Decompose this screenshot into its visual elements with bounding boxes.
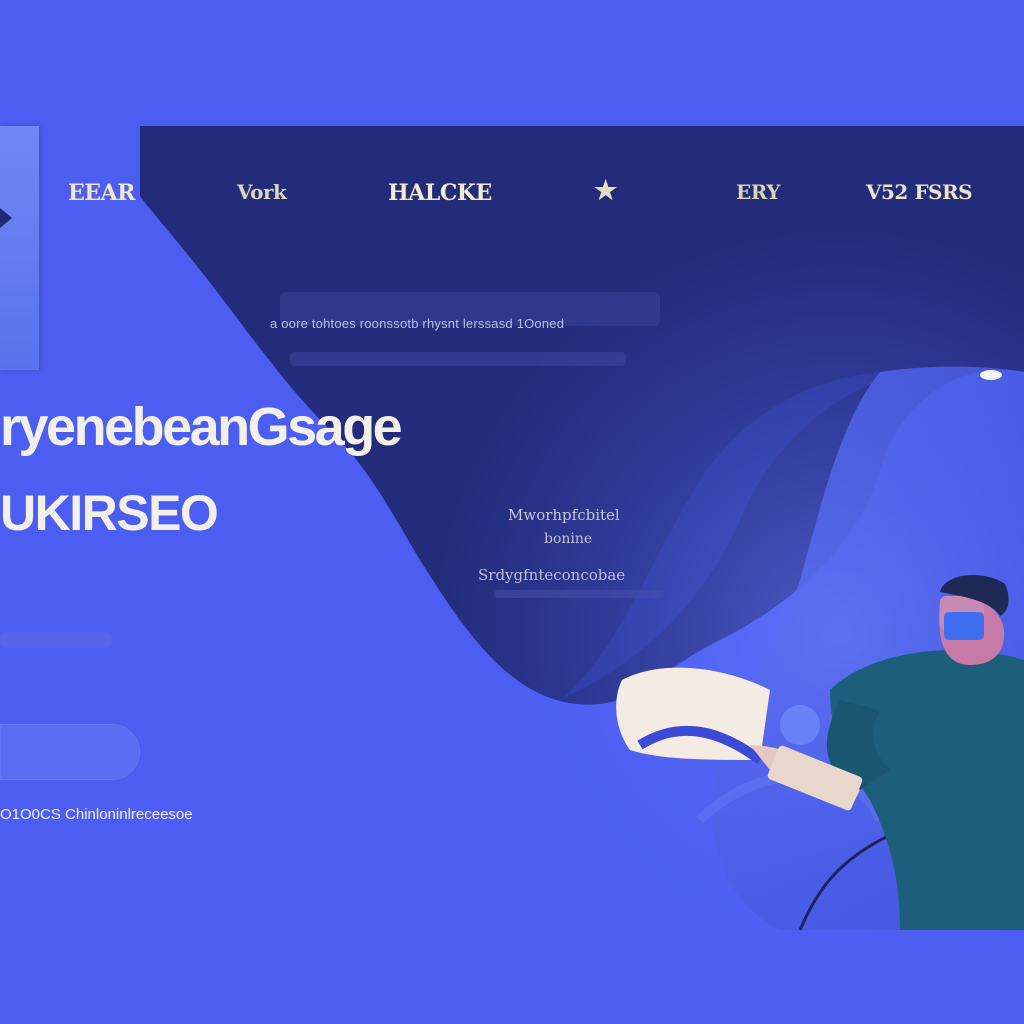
info-underline [494, 590, 664, 598]
indicator-dot [980, 370, 1002, 380]
side-panel [0, 126, 39, 370]
footer-text: O1O0CS Chinloninlreceesoe [0, 806, 193, 823]
hero-headline: ryenebeanGsage [0, 397, 403, 457]
nav-item-1[interactable]: Vork [237, 180, 287, 204]
nav-brand-logo[interactable]: EEAR [68, 180, 135, 206]
search-text: a oore tohtoes roonssotb rhysnt lerssasd… [270, 316, 565, 331]
nav-item-4[interactable]: V52 FSRS [866, 180, 973, 204]
info-line-3[interactable]: Srdygfnteconcobae [478, 566, 625, 584]
cta-button[interactable] [0, 724, 140, 780]
nav-item-3[interactable]: ERY [736, 180, 781, 204]
placeholder-bar [0, 632, 112, 648]
chevron-left-icon[interactable] [0, 208, 12, 228]
info-line-1: Mworhpfcbitel [508, 506, 620, 524]
hero-subheadline: UKIRSEO [0, 485, 219, 541]
nav-item-2[interactable]: HALCKE [388, 180, 492, 206]
search-underline [290, 352, 626, 366]
landing-page: EEAR Vork HALCKE ★ ERY V52 FSRS a oore t… [0, 0, 1024, 1024]
star-icon[interactable]: ★ [594, 176, 617, 206]
info-line-2: bonine [544, 531, 593, 547]
